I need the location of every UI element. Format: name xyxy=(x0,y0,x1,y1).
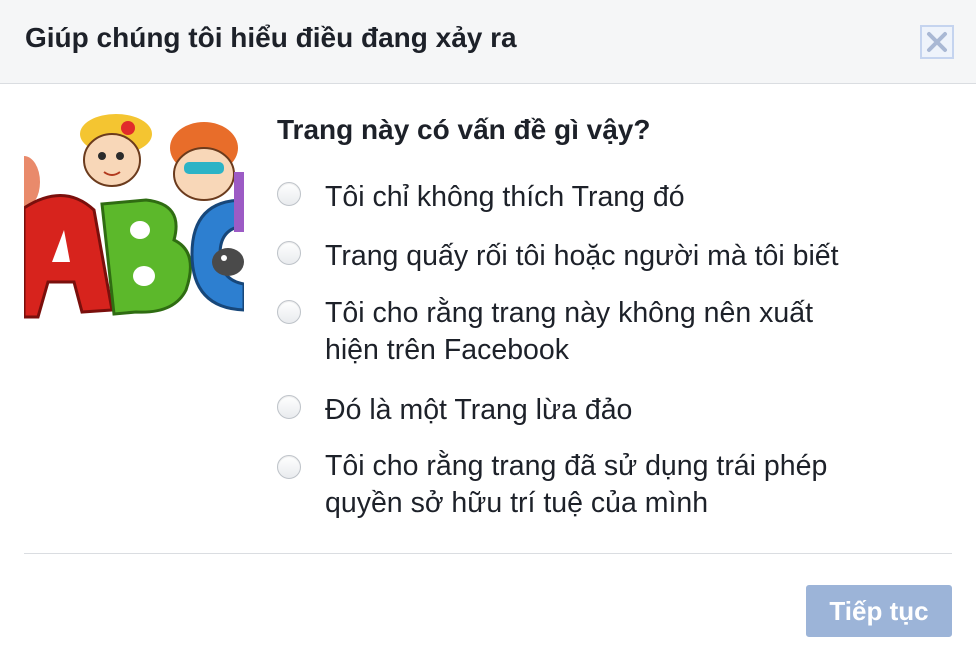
close-icon xyxy=(927,32,947,52)
dialog-header: Giúp chúng tôi hiểu điều đang xảy ra xyxy=(0,0,976,84)
dialog-title: Giúp chúng tôi hiểu điều đang xảy ra xyxy=(25,22,517,53)
continue-button[interactable]: Tiếp tục xyxy=(806,585,952,637)
radio-button[interactable] xyxy=(277,455,301,479)
radio-button[interactable] xyxy=(277,241,301,265)
option-label[interactable]: Tôi cho rằng trang này không nên xuất hi… xyxy=(325,295,813,369)
option-label[interactable]: Tôi cho rằng trang đã sử dụng trái phép … xyxy=(325,448,827,522)
option-label[interactable]: Tôi chỉ không thích Trang đó xyxy=(325,179,685,216)
abc-cartoon-image xyxy=(24,112,244,328)
close-button[interactable] xyxy=(920,25,954,59)
option-label[interactable]: Trang quấy rối tôi hoặc người mà tôi biế… xyxy=(325,238,839,275)
page-thumbnail xyxy=(24,112,244,328)
footer-divider xyxy=(24,553,952,554)
radio-button[interactable] xyxy=(277,395,301,419)
report-dialog: Giúp chúng tôi hiểu điều đang xảy ra Tra… xyxy=(0,0,976,650)
option-label[interactable]: Đó là một Trang lừa đảo xyxy=(325,392,632,429)
radio-button[interactable] xyxy=(277,182,301,206)
question-heading: Trang này có vấn đề gì vậy? xyxy=(277,114,651,145)
radio-button[interactable] xyxy=(277,300,301,324)
